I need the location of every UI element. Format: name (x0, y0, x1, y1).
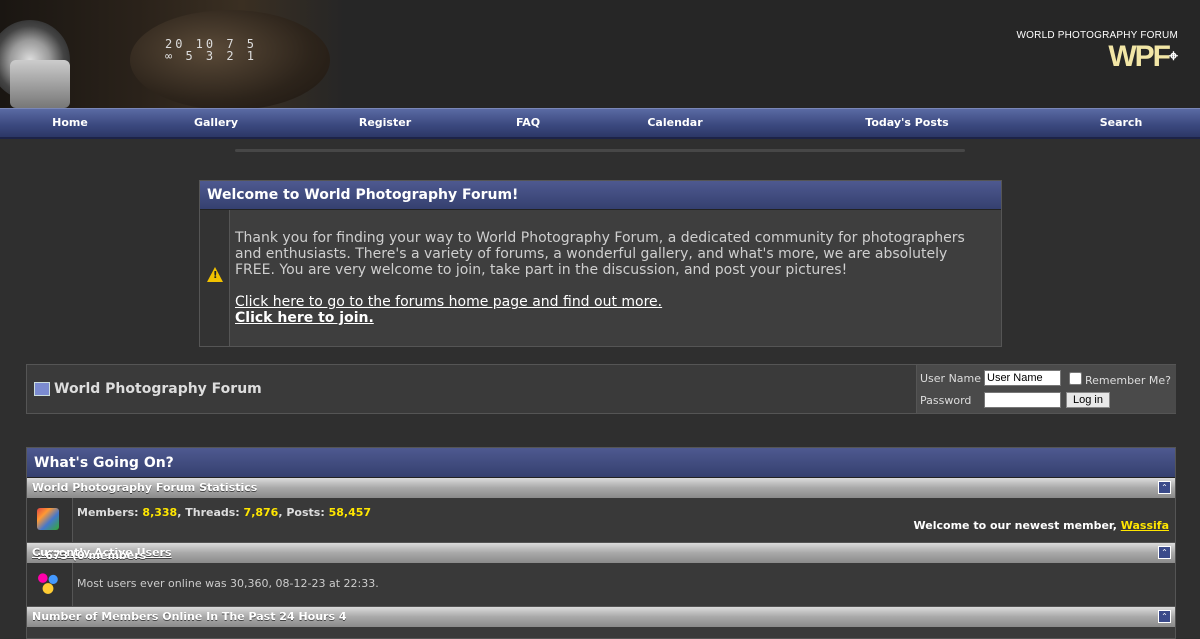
nav-calendar[interactable]: Calendar (647, 116, 702, 129)
nav-faq[interactable]: FAQ (516, 116, 540, 129)
active-users-header-label: Currently Active Users: 673 (0 members a… (32, 546, 172, 575)
whats-going-on-header: What's Going On? (27, 448, 1175, 478)
posts-label: Posts: (286, 506, 325, 519)
past-24-hours-header: Number of Members Online In The Past 24 … (27, 607, 1175, 627)
stats-icon-cell (27, 498, 73, 542)
remember-me-label: Remember Me? (1085, 374, 1171, 387)
active-users-row: Most users ever online was 30,360, 08-12… (27, 563, 1175, 607)
most-online-text: Most users ever online was 30,360, 08-12… (77, 577, 379, 590)
join-link[interactable]: Click here to join. (235, 310, 975, 326)
logo-mark: WPF⌖ (1017, 41, 1178, 73)
nav-todays-posts[interactable]: Today's Posts (865, 116, 948, 129)
target-icon: ⌖ (1168, 48, 1178, 65)
welcome-header: Welcome to World Photography Forum! (200, 181, 1001, 210)
past-24-hours-label: Number of Members Online In The Past 24 … (32, 610, 347, 623)
camera-body-image (10, 60, 70, 108)
site-header: 20 10 7 5 ∞ 5 3 2 1 WORLD PHOTOGRAPHY FO… (0, 0, 1200, 108)
main-navbar: Home Gallery Register FAQ Calendar Today… (0, 108, 1200, 139)
forum-icon (34, 382, 50, 396)
divider (235, 149, 965, 152)
statistics-header-label: World Photography Forum Statistics (32, 481, 258, 494)
forum-title[interactable]: World Photography Forum (54, 381, 262, 397)
dial-numbers-bottom: ∞ 5 3 2 1 (165, 49, 258, 63)
welcome-title: Welcome to World Photography Forum! (207, 187, 519, 203)
username-input[interactable] (984, 370, 1061, 386)
welcome-panel: Welcome to World Photography Forum! ! Th… (199, 180, 1002, 347)
threads-value: 7,876 (243, 506, 279, 519)
members-value: 8,338 (142, 506, 178, 519)
site-logo[interactable]: WORLD PHOTOGRAPHY FORUM WPF⌖ (1017, 30, 1178, 73)
collapse-icon[interactable]: ⌃ (1158, 481, 1171, 494)
threads-label: Threads: (185, 506, 240, 519)
users-icon-cell (27, 563, 73, 606)
nav-home[interactable]: Home (52, 116, 88, 129)
warning-icon: ! (207, 267, 223, 282)
lens-dial: 20 10 7 5 ∞ 5 3 2 1 (165, 38, 257, 62)
whats-going-on-title: What's Going On? (34, 455, 174, 471)
newest-member-link[interactable]: Wassifa (1121, 519, 1169, 532)
password-input[interactable] (984, 392, 1061, 408)
whats-going-on-panel: What's Going On? World Photography Forum… (26, 447, 1176, 639)
users-icon (35, 569, 61, 595)
statistics-icon (37, 508, 59, 530)
username-label: User Name (920, 372, 982, 385)
camera-lens-banner: 20 10 7 5 ∞ 5 3 2 1 (0, 0, 345, 108)
members-label: Members: (77, 506, 139, 519)
newest-member-prefix: Welcome to our newest member, (913, 519, 1117, 532)
collapse-icon[interactable]: ⌃ (1158, 610, 1171, 623)
newest-member: Welcome to our newest member, Wassifa (914, 519, 1169, 532)
collapse-icon[interactable]: ⌃ (1158, 546, 1171, 559)
logo-letters: WPF (1108, 40, 1171, 73)
nav-register[interactable]: Register (359, 116, 411, 129)
welcome-body: Thank you for finding your way to World … (235, 230, 975, 326)
statistics-header: World Photography Forum Statistics ⌃ (27, 478, 1175, 498)
password-label: Password (920, 394, 972, 407)
login-box: User Name Remember Me? Password Log in (916, 365, 1176, 413)
forum-titlebar: World Photography Forum User Name Rememb… (26, 364, 1176, 414)
welcome-icon-column: ! (200, 210, 230, 346)
posts-value: 58,457 (328, 506, 372, 519)
nav-gallery[interactable]: Gallery (194, 116, 238, 129)
remember-me-checkbox[interactable] (1069, 372, 1082, 385)
statistics-row: Members: 8,338, Threads: 7,876, Posts: 5… (27, 498, 1175, 543)
stats-text: Members: 8,338, Threads: 7,876, Posts: 5… (77, 506, 372, 519)
login-button[interactable]: Log in (1066, 392, 1110, 408)
nav-search[interactable]: Search (1100, 116, 1143, 129)
forums-home-link[interactable]: Click here to go to the forums home page… (235, 294, 975, 310)
welcome-text: Thank you for finding your way to World … (235, 230, 965, 278)
active-users-header: Currently Active Users: 673 (0 members a… (27, 543, 1175, 575)
